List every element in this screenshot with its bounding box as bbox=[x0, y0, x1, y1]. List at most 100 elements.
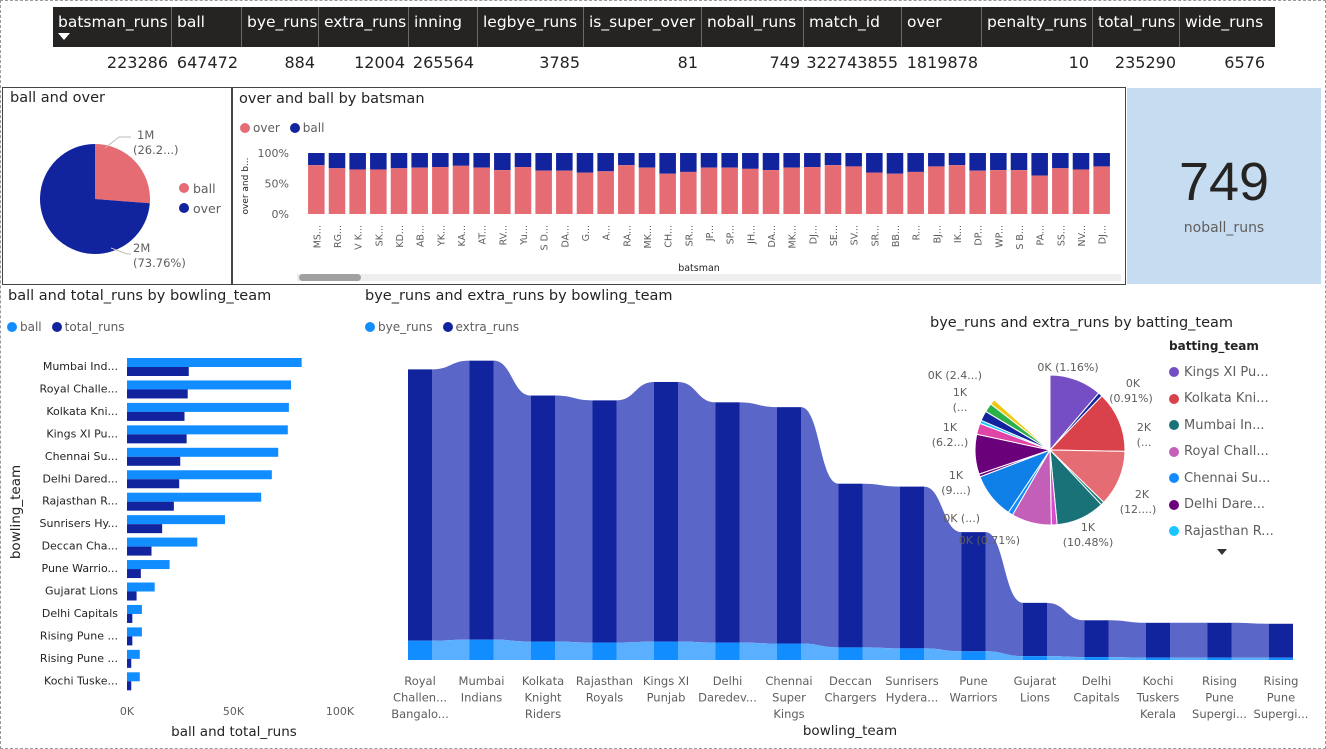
bar-over[interactable] bbox=[390, 168, 408, 214]
bar-total-runs[interactable] bbox=[127, 636, 133, 646]
bar-ball[interactable] bbox=[411, 153, 428, 168]
bar-over[interactable] bbox=[804, 167, 821, 214]
bar-ball[interactable] bbox=[928, 153, 945, 167]
bar-stack[interactable] bbox=[452, 153, 470, 214]
ribbon-bye-runs[interactable] bbox=[432, 639, 470, 660]
bar-over[interactable] bbox=[597, 171, 614, 214]
bar-over[interactable] bbox=[556, 170, 573, 214]
bar-over[interactable] bbox=[1093, 166, 1110, 214]
bar-over[interactable] bbox=[1010, 170, 1028, 214]
ribbon-bye-runs[interactable] bbox=[493, 639, 532, 660]
bar-stack[interactable] bbox=[535, 153, 552, 214]
bar-extra-runs[interactable] bbox=[408, 369, 432, 641]
bar-total-runs[interactable] bbox=[127, 479, 180, 489]
bar-ball[interactable] bbox=[1052, 153, 1069, 169]
bar-ball[interactable] bbox=[514, 153, 532, 168]
bar-ball[interactable] bbox=[127, 582, 155, 592]
bar-bye-runs[interactable] bbox=[900, 648, 924, 660]
bar-extra-runs[interactable] bbox=[654, 381, 678, 642]
bar-ball[interactable] bbox=[308, 153, 325, 166]
bar-ball[interactable] bbox=[907, 153, 924, 172]
bar-total-runs[interactable] bbox=[127, 456, 181, 466]
bar-over[interactable] bbox=[866, 172, 883, 214]
bar-ball[interactable] bbox=[618, 153, 635, 166]
bar-ball[interactable] bbox=[969, 153, 986, 171]
bar-over[interactable] bbox=[762, 170, 780, 214]
bar-ball[interactable] bbox=[804, 153, 821, 168]
bar-ball[interactable] bbox=[370, 153, 387, 170]
horizontal-scrollbar-track[interactable] bbox=[297, 274, 1121, 281]
bar-ball[interactable] bbox=[762, 153, 780, 171]
column-header[interactable]: noball_runs bbox=[702, 7, 804, 47]
ribbon-bye-runs[interactable] bbox=[1231, 657, 1270, 660]
bar-stack[interactable] bbox=[328, 153, 346, 214]
bar-stack[interactable] bbox=[700, 153, 718, 214]
bar-total-runs[interactable] bbox=[127, 546, 152, 556]
bar-over[interactable] bbox=[1072, 169, 1090, 214]
bar-extra-runs[interactable] bbox=[1207, 622, 1232, 658]
legend-item[interactable]: Chennai Su... bbox=[1169, 465, 1279, 492]
bar-ball[interactable] bbox=[659, 153, 676, 174]
bar-stack[interactable] bbox=[1031, 153, 1048, 214]
bar-ball[interactable] bbox=[1010, 153, 1028, 171]
bar-over[interactable] bbox=[432, 167, 449, 214]
bar-ball[interactable] bbox=[127, 515, 225, 525]
bar-stack[interactable] bbox=[928, 153, 945, 214]
bar-stack[interactable] bbox=[886, 153, 904, 214]
bar-stack[interactable] bbox=[556, 153, 573, 214]
bar-bye-runs[interactable] bbox=[1023, 656, 1047, 660]
bar-stack[interactable] bbox=[370, 153, 387, 214]
ribbon-bye-runs[interactable] bbox=[862, 647, 901, 660]
column-header[interactable]: legbye_runs bbox=[478, 7, 584, 47]
bar-bye-runs[interactable] bbox=[777, 643, 801, 660]
bar-stack[interactable] bbox=[618, 153, 635, 214]
column-header[interactable]: wide_runs bbox=[1180, 7, 1269, 47]
bar-stack[interactable] bbox=[638, 153, 656, 214]
bar-stack[interactable] bbox=[1010, 153, 1028, 214]
bar-ball[interactable] bbox=[452, 153, 470, 166]
bar-total-runs[interactable] bbox=[127, 367, 189, 376]
bar-stack[interactable] bbox=[948, 153, 966, 214]
bar-stack[interactable] bbox=[907, 153, 924, 214]
bar-bye-runs[interactable] bbox=[715, 642, 740, 660]
bar-bye-runs[interactable] bbox=[961, 651, 986, 660]
batsman-chart-panel[interactable]: over and ball by batsman over ball 0% 50%… bbox=[232, 87, 1126, 285]
bar-total-runs[interactable] bbox=[127, 411, 185, 421]
bar-ball[interactable] bbox=[127, 492, 262, 502]
bar-ball[interactable] bbox=[1072, 153, 1090, 170]
bar-ball[interactable] bbox=[845, 153, 862, 167]
bar-ball[interactable] bbox=[127, 402, 289, 412]
column-header[interactable]: inning bbox=[409, 7, 478, 47]
bar-over[interactable] bbox=[886, 173, 904, 214]
bar-stack[interactable] bbox=[762, 153, 780, 214]
sort-desc-icon[interactable] bbox=[58, 33, 70, 40]
bar-over[interactable] bbox=[535, 170, 552, 214]
bar-bye-runs[interactable] bbox=[408, 640, 432, 660]
horizontal-scrollbar-thumb[interactable] bbox=[299, 274, 361, 281]
bar-over[interactable] bbox=[1052, 168, 1069, 214]
bar-over[interactable] bbox=[783, 167, 800, 214]
bar-over[interactable] bbox=[618, 165, 635, 214]
bar-extra-runs[interactable] bbox=[1269, 623, 1293, 658]
bar-ball[interactable] bbox=[886, 153, 904, 174]
bar-stack[interactable] bbox=[742, 153, 759, 214]
bar-stack[interactable] bbox=[1072, 153, 1090, 214]
legend-item[interactable]: Kings XI Pu... bbox=[1169, 359, 1279, 386]
bar-bye-runs[interactable] bbox=[838, 647, 863, 660]
bar-ball[interactable] bbox=[328, 153, 346, 169]
bar-over[interactable] bbox=[576, 172, 594, 214]
bar-over[interactable] bbox=[308, 165, 325, 214]
bar-extra-runs[interactable] bbox=[1084, 620, 1109, 658]
bar-over[interactable] bbox=[948, 165, 966, 214]
bar-stack[interactable] bbox=[473, 153, 490, 214]
bar-extra-runs[interactable] bbox=[592, 400, 617, 643]
ribbon-bye-runs[interactable] bbox=[739, 642, 778, 660]
bar-ball[interactable] bbox=[390, 153, 408, 169]
bar-ball[interactable] bbox=[127, 560, 170, 570]
ribbon-extra-runs[interactable] bbox=[1231, 622, 1270, 658]
bar-stack[interactable] bbox=[411, 153, 428, 214]
bar-ball[interactable] bbox=[700, 153, 718, 168]
bar-stack[interactable] bbox=[432, 153, 449, 214]
bar-ball[interactable] bbox=[127, 425, 288, 435]
bar-ball[interactable] bbox=[127, 537, 198, 547]
